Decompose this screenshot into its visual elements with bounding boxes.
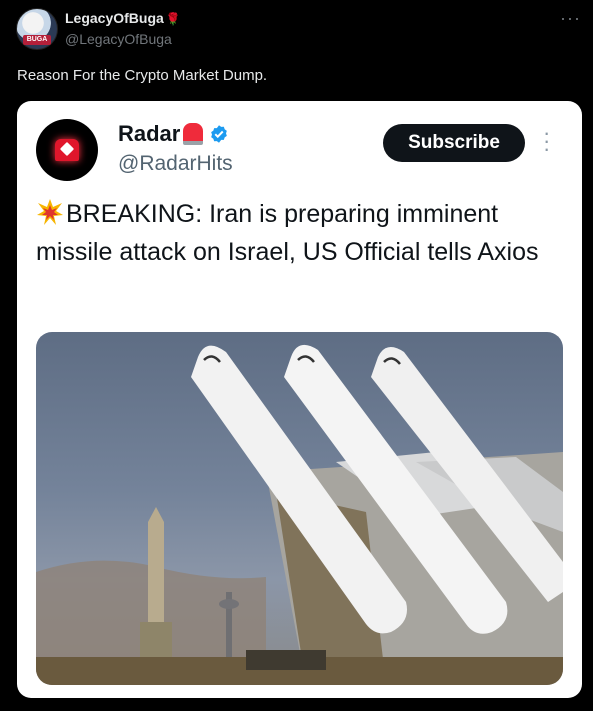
quoted-post-card[interactable]: Radar @RadarHits Subscribe · · · BREAKING:…	[17, 101, 582, 698]
avatar-badge: BUGA	[23, 35, 51, 45]
quoted-body: BREAKING: Iran is preparing imminent mis…	[36, 195, 556, 271]
author-handle[interactable]: @LegacyOfBuga	[65, 31, 172, 47]
siren-emoji-icon	[183, 123, 204, 145]
author-name[interactable]: LegacyOfBuga	[65, 10, 164, 26]
siren-icon	[55, 139, 79, 161]
verified-badge-icon	[211, 125, 228, 143]
vertical-more-icon[interactable]: · · ·	[543, 122, 550, 160]
author-name-row[interactable]: LegacyOfBuga 🌹	[65, 10, 181, 26]
subscribe-button[interactable]: Subscribe	[383, 124, 525, 162]
quoted-name[interactable]: Radar	[118, 121, 180, 147]
rose-icon: 🌹	[165, 12, 181, 26]
quoted-name-row[interactable]: Radar	[118, 121, 229, 147]
quoted-handle[interactable]: @RadarHits	[118, 152, 233, 176]
more-options-icon[interactable]: ···	[560, 8, 581, 29]
collision-burst-icon	[37, 199, 63, 225]
missiles-photo[interactable]	[36, 332, 563, 685]
quoted-avatar[interactable]	[36, 119, 98, 181]
tweet-text: Reason For the Crypto Market Dump.	[17, 67, 268, 84]
missiles-illustration	[36, 344, 563, 685]
author-avatar[interactable]: BUGA	[16, 8, 58, 50]
quoted-body-text: BREAKING: Iran is preparing imminent mis…	[36, 200, 539, 266]
